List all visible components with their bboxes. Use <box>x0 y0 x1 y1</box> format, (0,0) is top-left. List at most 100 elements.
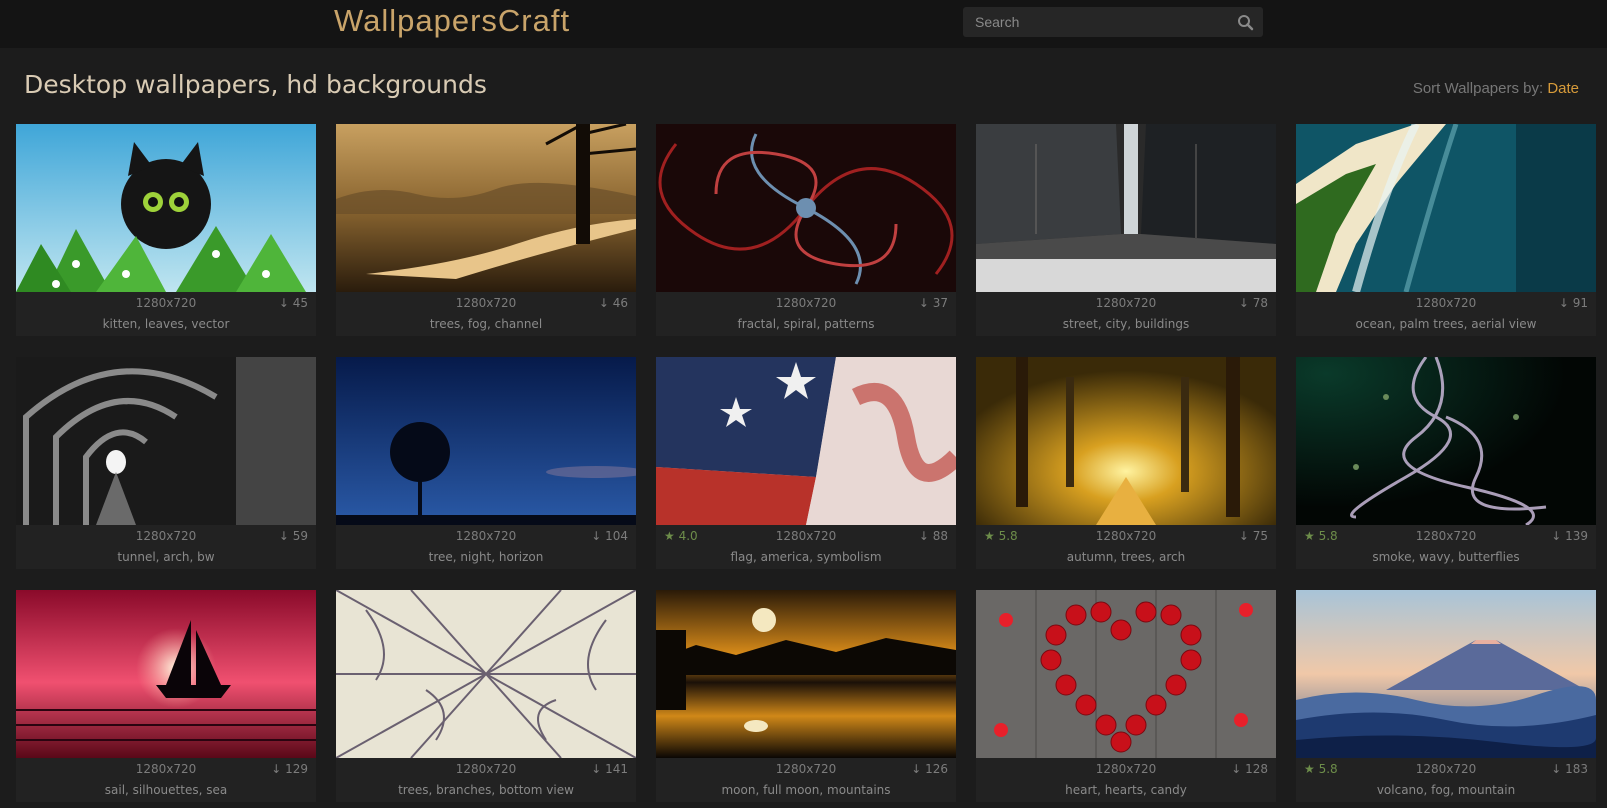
resolution-label: 1280x720 <box>1095 529 1157 543</box>
download-icon: ↓ <box>1231 762 1242 776</box>
wallpaper-thumbnail[interactable] <box>656 357 956 525</box>
wallpaper-tags[interactable]: flag, america, symbolism <box>656 547 956 569</box>
wallpaper-thumbnail[interactable] <box>976 124 1276 292</box>
sort-value-link[interactable]: Date <box>1547 80 1579 97</box>
wallpaper-thumbnail[interactable] <box>16 357 316 525</box>
wallpaper-tags[interactable]: moon, full moon, mountains <box>656 780 956 802</box>
wallpaper-tags[interactable]: sail, silhouettes, sea <box>16 780 316 802</box>
wallpaper-thumbnail[interactable] <box>976 590 1276 758</box>
download-icon: ↓ <box>918 529 929 543</box>
site-logo[interactable]: WallpapersCraft <box>334 3 570 39</box>
download-count-value: 59 <box>292 529 308 543</box>
wallpaper-tags[interactable]: heart, hearts, candy <box>976 780 1276 802</box>
download-icon: ↓ <box>591 529 602 543</box>
wallpaper-thumbnail[interactable] <box>656 590 956 758</box>
wallpaper-tags[interactable]: trees, fog, channel <box>336 314 636 336</box>
download-count-value: 75 <box>1252 529 1268 543</box>
wallpaper-tags[interactable]: smoke, wavy, butterflies <box>1296 547 1596 569</box>
top-header: WallpapersCraft <box>0 0 1607 48</box>
download-count-value: 37 <box>932 296 948 310</box>
download-count-value: 141 <box>605 762 628 776</box>
download-count-value: 128 <box>1245 762 1268 776</box>
download-count-value: 46 <box>612 296 628 310</box>
wallpaper-meta: ★ 5.8 1280x720 ↓ 183 <box>1296 758 1596 780</box>
thumbnail-image <box>1296 357 1596 525</box>
wallpaper-tags[interactable]: fractal, spiral, patterns <box>656 314 956 336</box>
download-count-value: 88 <box>932 529 948 543</box>
download-count: ↓ 78 <box>1239 296 1268 310</box>
search-input[interactable] <box>963 7 1223 37</box>
wallpaper-tags[interactable]: kitten, leaves, vector <box>16 314 316 336</box>
thumbnail-image <box>1296 590 1596 758</box>
thumbnail-image <box>336 590 636 758</box>
wallpaper-meta: 1280x720 ↓ 128 <box>976 758 1276 780</box>
wallpaper-thumbnail[interactable] <box>1296 590 1596 758</box>
wallpaper-card: 1280x720 ↓ 129 sail, silhouettes, sea <box>16 590 316 802</box>
wallpaper-meta: 1280x720 ↓ 129 <box>16 758 316 780</box>
thumbnail-image <box>656 124 956 292</box>
wallpaper-thumbnail[interactable] <box>336 590 636 758</box>
wallpaper-thumbnail[interactable] <box>656 124 956 292</box>
wallpaper-card: 1280x720 ↓ 91 ocean, palm trees, aerial … <box>1296 124 1596 336</box>
wallpaper-tags[interactable]: ocean, palm trees, aerial view <box>1296 314 1596 336</box>
resolution-label: 1280x720 <box>135 296 197 310</box>
wallpaper-card: ★ 5.8 1280x720 ↓ 139 smoke, wavy, butter… <box>1296 357 1596 569</box>
wallpaper-meta: ★ 4.0 1280x720 ↓ 88 <box>656 525 956 547</box>
download-count: ↓ 88 <box>919 529 948 543</box>
thumbnail-image <box>976 590 1276 758</box>
download-icon: ↓ <box>278 529 289 543</box>
download-count-value: 104 <box>605 529 628 543</box>
download-icon: ↓ <box>1238 296 1249 310</box>
wallpaper-thumbnail[interactable] <box>1296 357 1596 525</box>
wallpaper-tags[interactable]: volcano, fog, mountain <box>1296 780 1596 802</box>
download-icon: ↓ <box>271 762 282 776</box>
download-count: ↓ 59 <box>279 529 308 543</box>
download-count: ↓ 183 <box>1551 762 1588 776</box>
wallpaper-tags[interactable]: street, city, buildings <box>976 314 1276 336</box>
download-count: ↓ 128 <box>1231 762 1268 776</box>
wallpaper-meta: 1280x720 ↓ 104 <box>336 525 636 547</box>
wallpaper-card: 1280x720 ↓ 128 heart, hearts, candy <box>976 590 1276 802</box>
search-button[interactable] <box>1235 12 1257 32</box>
thumbnail-image <box>1296 124 1596 292</box>
thumbnail-image <box>656 590 956 758</box>
wallpaper-tags[interactable]: autumn, trees, arch <box>976 547 1276 569</box>
download-count-value: 139 <box>1565 529 1588 543</box>
wallpaper-thumbnail[interactable] <box>16 124 316 292</box>
thumbnail-image <box>16 590 316 758</box>
download-count: ↓ 129 <box>271 762 308 776</box>
wallpaper-thumbnail[interactable] <box>336 124 636 292</box>
wallpaper-tags[interactable]: trees, branches, bottom view <box>336 780 636 802</box>
download-count: ↓ 37 <box>919 296 948 310</box>
wallpaper-tags[interactable]: tree, night, horizon <box>336 547 636 569</box>
download-count: ↓ 104 <box>591 529 628 543</box>
wallpaper-meta: ★ 5.8 1280x720 ↓ 75 <box>976 525 1276 547</box>
download-icon: ↓ <box>591 762 602 776</box>
wallpaper-thumbnail[interactable] <box>16 590 316 758</box>
download-icon: ↓ <box>1551 762 1562 776</box>
download-count-value: 45 <box>292 296 308 310</box>
resolution-label: 1280x720 <box>1095 296 1157 310</box>
thumbnail-image <box>16 357 316 525</box>
wallpaper-meta: ★ 5.8 1280x720 ↓ 139 <box>1296 525 1596 547</box>
download-count: ↓ 46 <box>599 296 628 310</box>
download-count-value: 126 <box>925 762 948 776</box>
wallpaper-card: 1280x720 ↓ 141 trees, branches, bottom v… <box>336 590 636 802</box>
sort-control: Sort Wallpapers by: Date <box>1413 80 1579 97</box>
wallpaper-thumbnail[interactable] <box>336 357 636 525</box>
wallpaper-meta: 1280x720 ↓ 45 <box>16 292 316 314</box>
wallpaper-thumbnail[interactable] <box>1296 124 1596 292</box>
wallpaper-card: 1280x720 ↓ 46 trees, fog, channel <box>336 124 636 336</box>
wallpaper-grid: 1280x720 ↓ 45 kitten, leaves, vector 128… <box>16 124 1596 802</box>
download-count: ↓ 126 <box>911 762 948 776</box>
download-count: ↓ 141 <box>591 762 628 776</box>
search-icon <box>1238 15 1254 31</box>
wallpaper-meta: 1280x720 ↓ 37 <box>656 292 956 314</box>
download-icon: ↓ <box>1238 529 1249 543</box>
wallpaper-card: 1280x720 ↓ 104 tree, night, horizon <box>336 357 636 569</box>
wallpaper-meta: 1280x720 ↓ 59 <box>16 525 316 547</box>
wallpaper-thumbnail[interactable] <box>976 357 1276 525</box>
wallpaper-card: 1280x720 ↓ 126 moon, full moon, mountain… <box>656 590 956 802</box>
download-count: ↓ 45 <box>279 296 308 310</box>
wallpaper-tags[interactable]: tunnel, arch, bw <box>16 547 316 569</box>
